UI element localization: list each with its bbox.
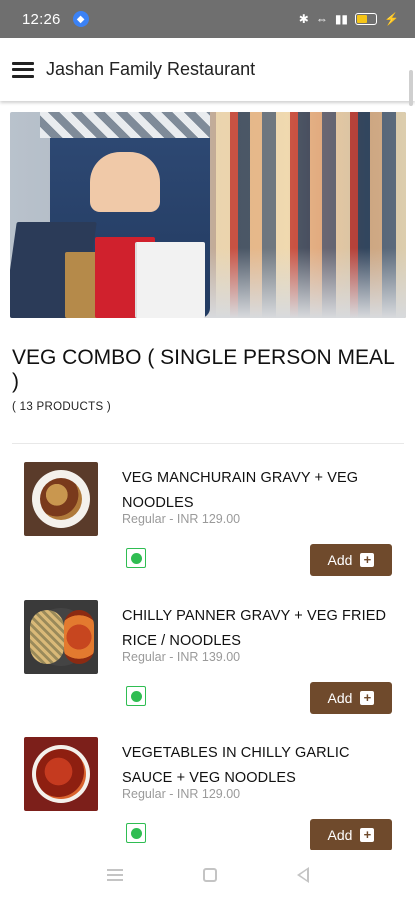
home-icon[interactable] <box>202 868 217 882</box>
signal-icon: ▮▮ <box>334 12 349 26</box>
add-button-label: Add <box>327 552 353 568</box>
product-image[interactable] <box>24 462 98 536</box>
back-icon[interactable] <box>296 867 309 883</box>
plus-icon: + <box>360 828 375 842</box>
add-button-label: Add <box>327 827 353 843</box>
bluetooth-icon: ✱ <box>298 12 309 26</box>
list-item[interactable]: VEG MANCHURAIN GRAVY + VEG NOODLES Regul… <box>0 462 415 599</box>
banner-image <box>10 112 406 318</box>
product-price: Regular - INR 129.00 <box>122 512 241 526</box>
add-button[interactable]: Add + <box>310 544 392 576</box>
add-button[interactable]: Add + <box>310 819 392 851</box>
divider <box>12 443 404 444</box>
recent-apps-icon[interactable] <box>106 869 123 881</box>
product-image[interactable] <box>24 600 98 674</box>
status-icons: ✱ ⇔ ▮▮ ⚡ <box>299 12 399 26</box>
veg-indicator-icon <box>126 686 146 706</box>
category-title: VEG COMBO ( SINGLE PERSON MEAL ) <box>12 346 394 393</box>
charging-icon: ⚡ <box>384 12 399 26</box>
system-nav-bar <box>0 850 415 900</box>
status-time: 12:26 <box>22 10 61 28</box>
product-name: CHILLY PANNER GRAVY + VEG FRIED RICE / N… <box>122 608 387 649</box>
page-title: Jashan Family Restaurant <box>46 59 256 79</box>
add-button[interactable]: Add + <box>310 682 392 714</box>
product-image[interactable] <box>24 737 98 811</box>
product-count: ( 13 PRODUCTS ) <box>12 401 112 413</box>
plus-icon: + <box>360 553 375 567</box>
list-item[interactable]: CHILLY PANNER GRAVY + VEG FRIED RICE / N… <box>0 600 415 737</box>
product-name: VEG MANCHURAIN GRAVY + VEG NOODLES <box>122 470 359 511</box>
menu-icon[interactable] <box>12 61 34 78</box>
add-button-label: Add <box>327 690 353 706</box>
notification-icon: ◆ <box>72 11 89 27</box>
product-price: Regular - INR 139.00 <box>122 650 241 664</box>
product-price: Regular - INR 129.00 <box>122 787 241 801</box>
veg-indicator-icon <box>126 548 146 568</box>
status-bar: 12:26 ◆ ✱ ⇔ ▮▮ ⚡ <box>0 0 415 38</box>
vibrate-icon: ⇔ <box>315 12 328 26</box>
battery-icon <box>355 13 378 25</box>
scrollbar[interactable] <box>409 70 413 106</box>
app-bar: Jashan Family Restaurant <box>0 38 415 101</box>
product-name: VEGETABLES IN CHILLY GARLIC SAUCE + VEG … <box>122 745 350 786</box>
plus-icon: + <box>360 691 375 705</box>
veg-indicator-icon <box>126 823 146 843</box>
